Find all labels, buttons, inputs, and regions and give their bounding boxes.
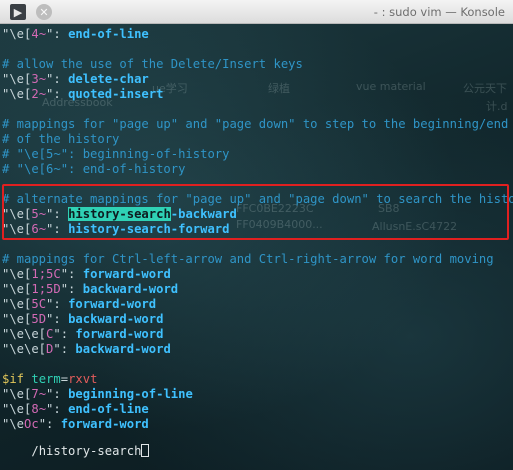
code-token: "\e[ [2, 72, 32, 86]
code-token: # of the history [2, 132, 120, 146]
code-token: quoted-insert [68, 87, 164, 101]
code-line: "\e[8~": end-of-line [2, 402, 149, 417]
code-token: 4~ [31, 27, 47, 41]
code-line: # mappings for Ctrl-left-arrow and Ctrl-… [2, 252, 494, 267]
code-token: ": [53, 342, 76, 356]
code-token: 8~ [31, 402, 47, 416]
code-token: forward-word [68, 297, 157, 311]
window-title: - : sudo vim — Konsole [373, 5, 505, 19]
code-line: # allow the use of the Delete/Insert key… [2, 57, 303, 72]
code-token: ": [46, 297, 69, 311]
vim-command-line[interactable]: /history-search [2, 429, 150, 458]
close-icon[interactable]: ✕ [36, 4, 52, 20]
konsole-menu-icon[interactable]: ▶ [10, 4, 26, 20]
code-line: # mappings for "page up" and "page down"… [2, 117, 508, 132]
code-token: "\e[ [2, 282, 32, 296]
code-token: 5C [31, 297, 47, 311]
annotation-highlight-box [2, 184, 509, 240]
code-token: term [31, 372, 61, 386]
code-token: "\e[ [2, 297, 32, 311]
code-token: beginning-of-line [68, 387, 193, 401]
code-token: "\e\e[ [2, 327, 47, 341]
code-token: end-of-line [68, 27, 149, 41]
wallpaper-text: 计.d [486, 100, 508, 113]
search-command-text: /history-search [31, 444, 142, 458]
code-token: "\e[ [2, 87, 32, 101]
wallpaper-text: vue material [356, 80, 426, 93]
code-token: ": [60, 267, 83, 281]
code-token: rxvt [68, 372, 98, 386]
code-line: "\e[7~": beginning-of-line [2, 387, 193, 402]
code-line: "\e[4~": end-of-line [2, 27, 149, 42]
code-token: ": [46, 312, 69, 326]
code-token: # mappings for Ctrl-left-arrow and Ctrl-… [2, 252, 494, 266]
window-titlebar: ▶ ✕ - : sudo vim — Konsole [0, 0, 513, 24]
code-token: delete-char [68, 72, 149, 86]
code-line: $if term=rxvt [2, 372, 97, 387]
wallpaper-text: 绿植 [268, 82, 290, 95]
terminal-area[interactable]: Addressbook ue学习 绿植 vue material 公元天下 计.… [0, 24, 513, 470]
code-token: ": [60, 282, 83, 296]
code-line: # of the history [2, 132, 119, 147]
code-token: backward-word [68, 312, 164, 326]
code-token: ": [46, 27, 69, 41]
code-token: ": [46, 87, 69, 101]
code-token: 1;5C [31, 267, 61, 281]
code-line: "\e[5C": forward-word [2, 297, 156, 312]
code-token: forward-word [75, 327, 164, 341]
code-token: 5D [31, 312, 47, 326]
code-token: "\e[ [2, 387, 32, 401]
code-token: # allow the use of the Delete/Insert key… [2, 57, 303, 71]
code-line: "\e\e[C": forward-word [2, 327, 163, 342]
code-token: = [60, 372, 69, 386]
code-line: "\e\e[D": backward-word [2, 342, 171, 357]
code-line: "\e[1;5D": backward-word [2, 282, 178, 297]
code-token: # "\e[6~": end-of-history [2, 162, 186, 176]
code-token: ": [53, 327, 76, 341]
code-token: forward-word [82, 267, 171, 281]
code-token: ": [46, 72, 69, 86]
code-token: 3~ [31, 72, 47, 86]
code-token: "\e[ [2, 267, 32, 281]
code-token: "\e[ [2, 312, 32, 326]
code-token: # "\e[5~": beginning-of-history [2, 147, 230, 161]
wallpaper-text: 公元天下 [463, 82, 507, 95]
code-line: "\e[2~": quoted-insert [2, 87, 163, 102]
code-token: end-of-line [68, 402, 149, 416]
code-token: backward-word [82, 282, 179, 296]
code-token: 2~ [31, 87, 47, 101]
code-token: # mappings for "page up" and "page down"… [2, 117, 509, 131]
code-token: backward-word [75, 342, 171, 356]
code-line: "\e[3~": delete-char [2, 72, 149, 87]
code-token: 1;5D [31, 282, 61, 296]
code-line: # "\e[5~": beginning-of-history [2, 147, 229, 162]
code-token: "\e[ [2, 27, 32, 41]
code-token: ": [46, 402, 69, 416]
code-token: "\e[ [2, 402, 32, 416]
code-line: "\e[1;5C": forward-word [2, 267, 171, 282]
code-line: # "\e[6~": end-of-history [2, 162, 185, 177]
code-token: "\e\e[ [2, 342, 47, 356]
code-token: $if [2, 372, 25, 386]
text-cursor [141, 444, 150, 457]
code-token: ": [46, 387, 69, 401]
code-token: 7~ [31, 387, 47, 401]
code-line: "\e[5D": backward-word [2, 312, 163, 327]
